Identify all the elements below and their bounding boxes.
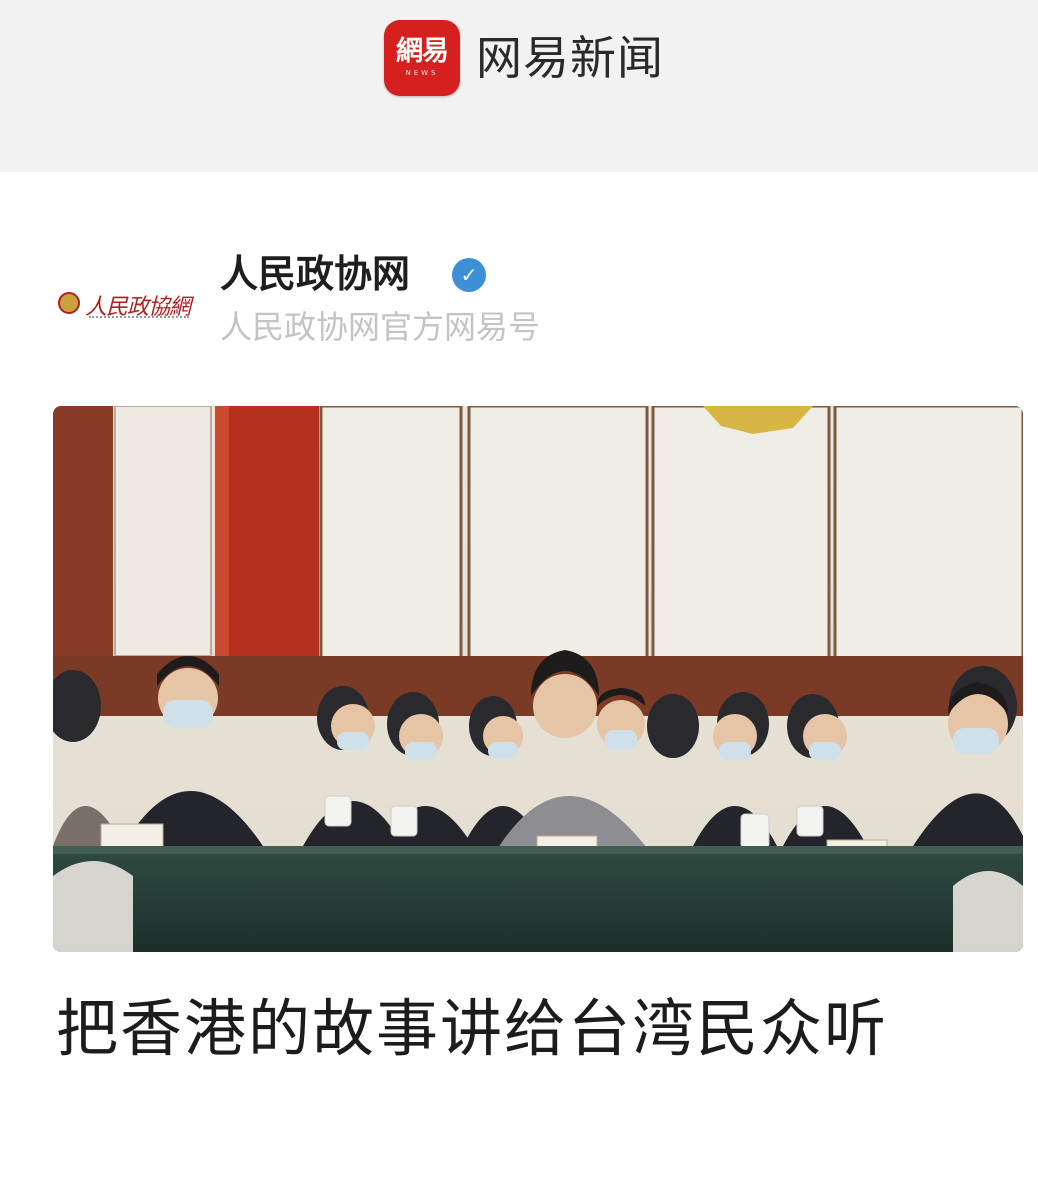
publisher-subtitle: 人民政协网官方网易号 [220,308,541,346]
app-logo-text: 網易 [396,36,449,67]
app-logo-subtext: NEWS [405,69,439,77]
verified-check-icon: ✓ [452,258,486,292]
app-header: 網易 NEWS 网易新闻 [0,0,1038,172]
netease-news-logo-icon: 網易 NEWS [384,20,460,96]
article-headline[interactable]: 把香港的故事讲给台湾民众听 [56,980,1006,1078]
publisher-name[interactable]: 人民政协网 [220,250,410,298]
publisher-logo[interactable]: 人民政協網 [58,290,198,324]
app-name: 网易新闻 [476,31,664,85]
article-photo[interactable] [53,406,1023,952]
cppcc-emblem-icon [58,292,80,314]
publisher-logo-url [89,316,189,322]
meeting-photo-illustration [53,406,1023,952]
